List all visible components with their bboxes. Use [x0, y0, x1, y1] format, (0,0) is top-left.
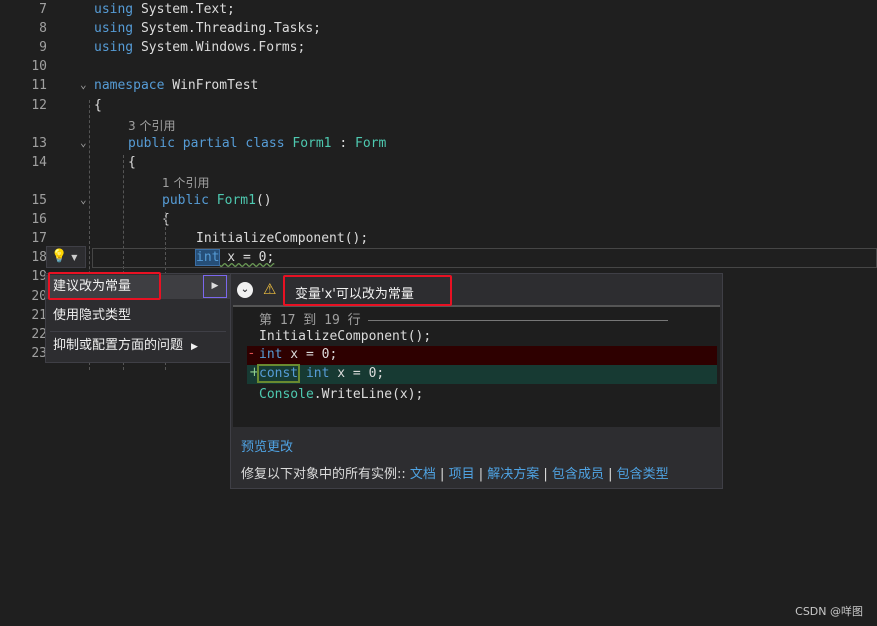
code-token: InitializeComponent(); — [196, 231, 369, 247]
line-number: 8 — [39, 21, 47, 37]
line-number: 10 — [31, 59, 47, 75]
separator: | — [474, 467, 488, 482]
removed-line: - int x = 0; — [247, 346, 717, 365]
watermark: CSDN @咩图 — [795, 605, 863, 618]
code-token: public partial class — [128, 135, 293, 151]
current-line-highlight — [92, 248, 877, 268]
fix-scope-link[interactable]: 包含成员 — [552, 467, 604, 482]
keyword-const: const — [256, 364, 301, 383]
code-line: using System.Windows.Forms; — [94, 40, 305, 55]
code-line: using System.Text; — [94, 2, 235, 17]
code-token: namespace — [94, 78, 165, 94]
code-token: public — [162, 193, 217, 208]
highlight-box — [48, 272, 161, 300]
line-number: 21 — [31, 307, 47, 323]
code-token: : — [331, 135, 355, 151]
code-text: x = 0; — [329, 366, 385, 381]
menu-item-suppress-configure[interactable]: 抑制或配置方面的问题 ▶ — [46, 334, 230, 358]
context-line: InitializeComponent(); — [259, 329, 432, 344]
code-token: using — [94, 2, 134, 17]
submenu-arrow-button[interactable]: ▶ — [203, 275, 227, 298]
menu-divider — [50, 331, 226, 332]
code-token: () — [255, 193, 272, 208]
line-number: 17 — [31, 231, 47, 247]
keyword: int — [298, 366, 330, 381]
line-number: 15 — [31, 193, 47, 208]
code-token: Form1 — [216, 193, 256, 208]
fix-all-label: 修复以下对象中的所有实例:: — [241, 467, 406, 482]
menu-item-label: 抑制或配置方面的问题 — [53, 338, 184, 353]
code-token: System.Threading.Tasks; — [133, 21, 321, 37]
code-line: using System.Threading.Tasks; — [94, 21, 321, 36]
line-number: 13 — [31, 135, 47, 151]
collapse-icon[interactable]: ⌄ — [237, 282, 253, 298]
codelens-references[interactable]: 3 个引用 — [128, 117, 175, 134]
code-token: WinFromTest — [164, 78, 259, 94]
code-text: .WriteLine(x); — [313, 387, 424, 402]
fix-scope-link[interactable]: 文档 — [410, 467, 436, 482]
line-number: 7 — [39, 2, 47, 17]
line-number: 18 — [31, 250, 47, 266]
code-line: public Form1() — [162, 193, 272, 208]
codelens-references[interactable]: 1 个引用 — [162, 174, 209, 191]
code-token: using — [94, 21, 134, 37]
preview-changes-link[interactable]: 预览更改 — [241, 436, 293, 455]
separator: | — [539, 467, 552, 482]
separator: | — [603, 467, 617, 482]
code-text: x = 0; — [282, 347, 338, 362]
fold-chevron-icon[interactable]: ⌄ — [80, 193, 87, 206]
chevron-down-icon: ▼ — [71, 253, 78, 262]
line-number: 14 — [31, 154, 47, 170]
line-number: 11 — [31, 78, 47, 94]
code-token: Form — [355, 135, 387, 151]
fix-all-row: 修复以下对象中的所有实例:: 文档 | 项目 | 解决方案 | 包含成员 | 包… — [241, 463, 669, 482]
code-line: public partial class Form1 : Form — [128, 136, 386, 151]
line-number: 9 — [39, 40, 47, 56]
code-token: System.Text; — [133, 2, 235, 17]
fold-chevron-icon[interactable]: ⌄ — [80, 78, 87, 91]
code-token: using — [94, 40, 134, 56]
highlight-box — [283, 275, 452, 306]
line-number: 22 — [31, 326, 47, 342]
fix-scope-link[interactable]: 包含类型 — [617, 467, 669, 482]
added-line: + const int x = 0; — [247, 364, 717, 384]
code-line: InitializeComponent(); — [196, 231, 368, 246]
line-number: 20 — [31, 288, 47, 304]
code-token: Form1 — [292, 135, 332, 151]
line-number: 12 — [31, 97, 47, 113]
fix-scope-link[interactable]: 解决方案 — [487, 467, 539, 482]
code-token: { — [94, 97, 102, 113]
menu-item-use-implicit-type[interactable]: 使用隐式类型 — [46, 304, 230, 328]
keyword: int — [259, 347, 283, 362]
fold-chevron-icon[interactable]: ⌄ — [80, 136, 87, 149]
chevron-right-icon: ▶ — [191, 342, 198, 352]
code-token: { — [128, 154, 136, 170]
line-number: 16 — [31, 212, 47, 228]
line-range: 第 17 到 19 行 — [259, 313, 361, 328]
code-line: namespace WinFromTest — [94, 78, 258, 93]
line-number: 23 — [31, 345, 47, 361]
code-token: System.Windows.Forms; — [133, 40, 306, 56]
lightbulb-button[interactable]: 💡 ▼ — [46, 246, 86, 268]
separator: | — [435, 467, 449, 482]
code-line: { — [128, 155, 136, 170]
diff-preview: 第 17 到 19 行 InitializeComponent(); - int … — [233, 307, 720, 427]
type-name: Console — [259, 387, 314, 402]
warning-icon: ⚠ — [263, 280, 277, 298]
code-line: { — [94, 98, 102, 113]
fix-scope-link[interactable]: 项目 — [449, 467, 475, 482]
lightbulb-icon: 💡 — [51, 249, 68, 264]
line-number: 19 — [31, 269, 47, 285]
menu-item-label: 使用隐式类型 — [53, 308, 132, 323]
